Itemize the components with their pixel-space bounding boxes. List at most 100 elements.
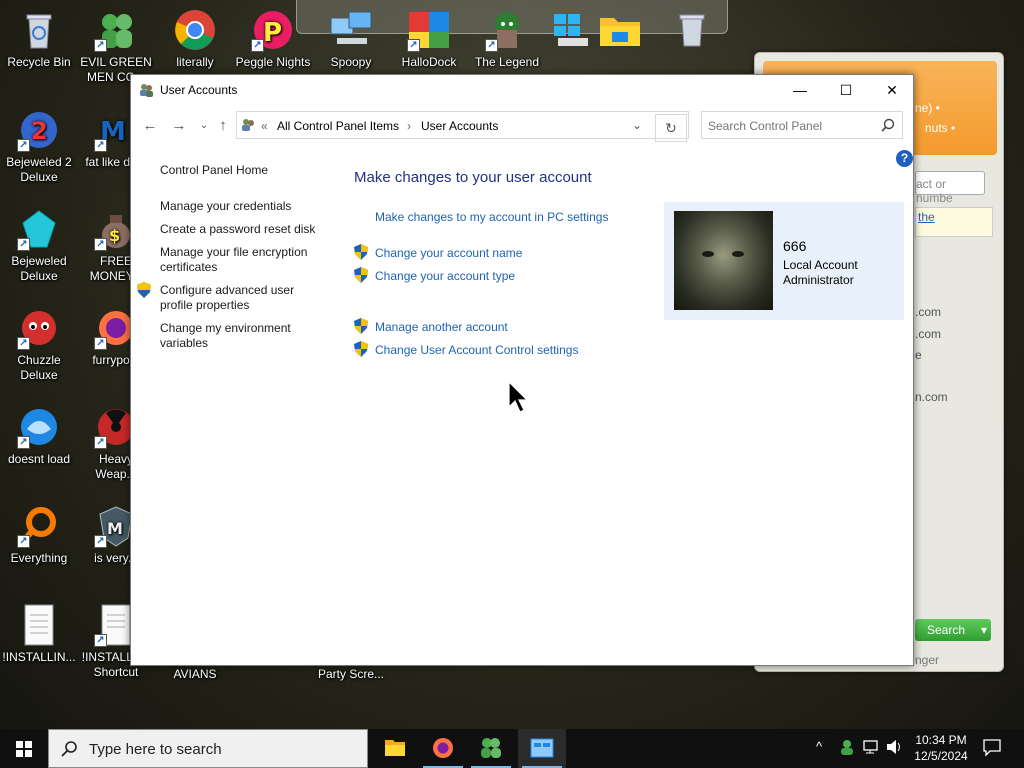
desktop-icon-literally[interactable]: literally — [156, 8, 234, 70]
close-button[interactable]: ✕ — [869, 75, 915, 105]
maximize-button[interactable]: ☐ — [823, 75, 869, 105]
messenger-contact[interactable]: e — [915, 348, 922, 362]
desktop-icon-label: Spoopy — [330, 55, 372, 69]
messenger-notice: the — [915, 207, 993, 237]
desktop-icon-party-scre[interactable]: Party Scre... — [312, 667, 390, 682]
desktop-icon-label: Peggle Nights — [235, 55, 311, 69]
address-dropdown-chevron-icon[interactable]: ⌄ — [632, 118, 642, 132]
shortcut-arrow-icon: ↗ — [17, 238, 30, 251]
taskbar-messenger[interactable] — [467, 729, 515, 768]
forward-arrow-icon[interactable]: → — [168, 115, 190, 137]
svg-text:M: M — [107, 519, 123, 538]
taskbar-search-box[interactable]: Type here to search — [48, 729, 368, 768]
messenger-status-text: nuts • — [925, 121, 956, 135]
messenger-contact[interactable]: n.com — [915, 390, 948, 404]
dock-windows-drive-icon[interactable] — [550, 10, 592, 50]
peggle-icon: P ↗ — [251, 8, 295, 52]
messenger-search-button[interactable]: Search ▾ — [915, 619, 991, 641]
minimize-button[interactable]: — — [777, 75, 823, 105]
account-name: 666 — [783, 238, 807, 254]
network-computers-icon — [329, 8, 373, 52]
search-control-panel-field[interactable] — [701, 111, 903, 139]
dock-folder-icon[interactable] — [598, 10, 642, 50]
change-uac-settings-link[interactable]: Change User Account Control settings — [375, 343, 578, 357]
desktop-icon-spoopy[interactable]: Spoopy — [312, 8, 390, 70]
desktop-icon-hallodock[interactable]: ↗ HalloDock — [390, 8, 468, 70]
taskbar-clock[interactable]: 10:34 PM 12/5/2024 — [906, 732, 976, 764]
breadcrumb-overflow[interactable]: « — [261, 119, 268, 133]
desktop-icon-bejeweled-2[interactable]: 2 ↗ Bejeweled 2 Deluxe — [0, 108, 78, 185]
shortcut-arrow-icon: ↗ — [407, 39, 420, 52]
search-input[interactable] — [708, 117, 878, 134]
messenger-tray-icon[interactable] — [838, 738, 856, 759]
messenger-contact-search[interactable]: act or numbe — [915, 171, 985, 205]
network-icon[interactable] — [862, 738, 880, 759]
desktop-icon-peggle-nights[interactable]: P ↗ Peggle Nights — [234, 8, 312, 70]
desktop-icon-label: literally — [176, 55, 214, 69]
messenger-footer-text: nger — [915, 653, 940, 667]
change-account-type-link[interactable]: Change your account type — [375, 269, 515, 283]
desktop-icon-everything[interactable]: ↗ Everything — [0, 504, 78, 566]
desktop-icon-label: Bejeweled 2 Deluxe — [6, 155, 72, 184]
title-bar[interactable]: User Accounts — ☐ ✕ — [131, 75, 913, 105]
taskbar-search-placeholder: Type here to search — [89, 741, 222, 758]
configure-advanced-profile-properties-link[interactable]: Configure advanced user profile properti… — [160, 283, 310, 313]
manage-another-account-link[interactable]: Manage another account — [375, 320, 508, 334]
messenger-link[interactable]: the — [918, 210, 935, 224]
user-account-tile: 666 Local Account Administrator — [664, 202, 904, 320]
notifications-icon[interactable] — [982, 737, 1002, 760]
up-arrow-icon[interactable]: ↑ — [212, 115, 234, 137]
messenger-contact[interactable]: .com — [915, 305, 941, 319]
breadcrumb-user-accounts[interactable]: User Accounts — [421, 119, 498, 133]
search-icon[interactable] — [881, 118, 895, 132]
page-heading: Make changes to your user account — [354, 169, 592, 186]
taskbar-file-explorer[interactable] — [371, 729, 419, 768]
start-button[interactable] — [0, 729, 48, 768]
desktop-icon-the-legend[interactable]: ↗ The Legend — [468, 8, 546, 70]
back-arrow-icon[interactable]: ← — [139, 115, 161, 137]
account-type: Local Account Administrator — [783, 258, 858, 288]
desktop-icon-label: Everything — [10, 551, 68, 565]
desktop-icon-label: Chuzzle Deluxe — [17, 353, 61, 382]
messenger-contact[interactable]: .com — [915, 327, 941, 341]
shortcut-arrow-icon: ↗ — [17, 139, 30, 152]
desktop-icon-label: !INSTALLIN... — [2, 650, 76, 664]
desktop-icon-avians[interactable]: AVIANS — [156, 667, 234, 682]
volume-icon[interactable] — [885, 738, 903, 759]
change-account-name-link[interactable]: Change your account name — [375, 246, 522, 260]
uac-shield-icon — [354, 318, 368, 334]
desktop-icon-recycle-bin[interactable]: Recycle Bin — [0, 8, 78, 70]
pc-settings-link[interactable]: Make changes to my account in PC setting… — [375, 210, 608, 224]
desktop-icon-label: doesnt load — [7, 452, 71, 466]
taskbar-control-panel[interactable] — [518, 729, 566, 768]
user-accounts-window[interactable]: User Accounts — ☐ ✕ ← → ⌄ ↑ « All Contro… — [130, 74, 914, 666]
hallodock-icon: ↗ — [407, 8, 451, 52]
green-men-icon — [481, 738, 501, 758]
desktop-icon-label: Recycle Bin — [7, 55, 71, 69]
desktop-icon-bejeweled[interactable]: ↗ Bejeweled Deluxe — [0, 207, 78, 284]
everything-search-icon: ↗ — [17, 504, 61, 548]
show-hidden-icons-chevron-icon[interactable]: ^ — [816, 739, 822, 754]
create-password-reset-disk-link[interactable]: Create a password reset disk — [160, 222, 320, 237]
svg-text:$: $ — [109, 226, 120, 245]
account-type-line-2: Administrator — [783, 273, 854, 287]
change-environment-variables-link[interactable]: Change my environment variables — [160, 321, 310, 351]
taskbar-firefox[interactable] — [419, 729, 467, 768]
refresh-icon[interactable]: ↻ — [655, 114, 687, 142]
desktop-icon-label: The Legend — [474, 55, 540, 69]
document-icon — [17, 603, 61, 647]
desktop-icon-doesnt-load[interactable]: ↗ doesnt load — [0, 405, 78, 467]
green-men-icon: ↗ — [94, 8, 138, 52]
help-icon[interactable]: ? — [896, 150, 913, 167]
desktop-icon-label: AVIANS — [173, 667, 217, 681]
desktop-icon-chuzzle[interactable]: ↗ Chuzzle Deluxe — [0, 306, 78, 383]
control-panel-home-link[interactable]: Control Panel Home — [160, 163, 320, 178]
address-bar[interactable]: « All Control Panel Items › User Account… — [236, 111, 689, 142]
manage-file-encryption-certificates-link[interactable]: Manage your file encryption certificates — [160, 245, 315, 275]
shortcut-arrow-icon: ↗ — [17, 436, 30, 449]
desktop-icon-installin[interactable]: !INSTALLIN... — [0, 603, 78, 665]
address-toolbar: ← → ⌄ ↑ « All Control Panel Items › User… — [131, 109, 913, 142]
dock-recycle-bin-icon[interactable] — [672, 10, 712, 50]
manage-credentials-link[interactable]: Manage your credentials — [160, 199, 320, 214]
breadcrumb-all-control-panel-items[interactable]: All Control Panel Items — [277, 119, 399, 133]
